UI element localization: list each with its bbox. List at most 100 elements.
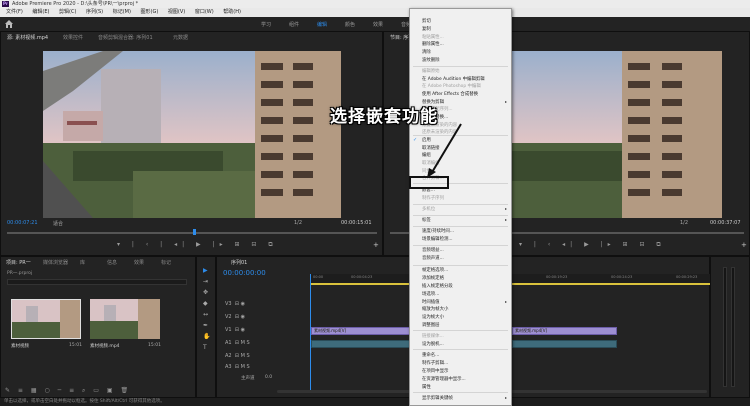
- tab-markers[interactable]: 标记: [161, 259, 171, 266]
- slip-tool-icon[interactable]: ↔: [203, 311, 208, 318]
- context-menu-item[interactable]: 剪切: [422, 18, 431, 24]
- menu-bar: 文件(F) 编辑(E) 剪辑(C) 序列(S) 标记(M) 图形(G) 视图(V…: [0, 8, 750, 17]
- source-playhead[interactable]: [193, 229, 196, 235]
- workspace-assembly[interactable]: 组件: [289, 21, 299, 28]
- tab-effects[interactable]: 效果: [134, 259, 144, 266]
- context-menu-item[interactable]: 波纹删除: [422, 57, 440, 63]
- context-menu-item[interactable]: 制作子剪辑...: [422, 360, 448, 366]
- submenu-arrow-icon: ▸: [504, 99, 507, 104]
- pen-tool-icon[interactable]: ✒: [203, 322, 208, 329]
- audio-clip-right[interactable]: [512, 340, 617, 348]
- context-menu-item[interactable]: 设为脱机...: [422, 341, 444, 347]
- context-menu-item[interactable]: 属性: [422, 384, 431, 390]
- context-menu-item[interactable]: 使用 After Effects 合成替换: [422, 91, 478, 97]
- context-menu-item[interactable]: 缩放为帧大小: [422, 306, 448, 312]
- track-header-a1[interactable]: A1 ⊟ M S: [225, 340, 250, 346]
- tab-sequence[interactable]: 序列01: [231, 259, 247, 266]
- context-menu-item[interactable]: 复制: [422, 26, 431, 32]
- context-menu-item[interactable]: 显示剪辑关键帧: [422, 395, 453, 401]
- context-menu-item[interactable]: 设为帧大小: [422, 314, 444, 320]
- context-menu-item[interactable]: 音频增益...: [422, 247, 444, 253]
- menu-file[interactable]: 文件(F): [6, 8, 23, 17]
- source-transport-controls[interactable]: ▾ | ‹ | ◂| ▶ |▸ ⊞ ⊟ ⧉: [117, 241, 278, 249]
- program-scene-image: [512, 51, 722, 218]
- context-menu-item[interactable]: 在 Adobe Audition 中编辑剪辑: [422, 76, 485, 82]
- audio-meter-right: [731, 267, 735, 387]
- selection-tool-icon[interactable]: ▶: [203, 267, 208, 274]
- razor-tool-icon[interactable]: ◆: [203, 300, 208, 307]
- tab-media-browser[interactable]: 媒体浏览器: [43, 259, 68, 266]
- menu-sequence[interactable]: 序列(S): [86, 8, 103, 17]
- menu-edit[interactable]: 编辑(E): [32, 8, 49, 17]
- project-search-input[interactable]: [7, 279, 187, 285]
- track-header-v2[interactable]: V2 ⊟ ◉: [225, 314, 245, 320]
- tab-effect-controls[interactable]: 效果控件: [63, 34, 83, 41]
- source-scrub-bar[interactable]: [7, 232, 377, 234]
- tab-audio-mixer[interactable]: 音频剪辑混合器: 序列01: [98, 34, 153, 41]
- menu-separator: [413, 330, 508, 331]
- program-resolution[interactable]: 1/2: [680, 220, 688, 226]
- track-header-a2[interactable]: A2 ⊟ M S: [225, 353, 250, 359]
- tab-info[interactable]: 信息: [107, 259, 117, 266]
- context-menu-item[interactable]: 插入帧定格分段: [422, 283, 453, 289]
- home-icon[interactable]: [5, 20, 13, 28]
- video-clip-right[interactable]: 素材视频.mp4[V]: [512, 327, 617, 335]
- context-menu-item[interactable]: 添加帧定格: [422, 275, 444, 281]
- menu-help[interactable]: 帮助(H): [223, 8, 241, 17]
- tab-libraries[interactable]: 库: [80, 259, 85, 266]
- submenu-arrow-icon: ▸: [504, 217, 507, 222]
- workspace-color[interactable]: 颜色: [345, 21, 355, 28]
- program-video-frame: [512, 51, 722, 218]
- project-item-thumbnail[interactable]: [11, 299, 81, 339]
- source-add-button[interactable]: +: [373, 241, 379, 249]
- context-menu-item[interactable]: 帧定格选项...: [422, 267, 448, 273]
- context-menu-item[interactable]: 时间插值: [422, 299, 440, 305]
- context-menu-item[interactable]: 在资源管理器中显示...: [422, 376, 466, 382]
- fit-dropdown[interactable]: 适合: [53, 220, 63, 227]
- context-menu-item[interactable]: 重命名...: [422, 352, 439, 358]
- thumbnail-image: [90, 299, 160, 339]
- project-item-name[interactable]: 素材视频: [11, 343, 29, 349]
- workspace-effects[interactable]: 效果: [373, 21, 383, 28]
- context-menu-item[interactable]: 音频声道...: [422, 255, 444, 261]
- program-add-button[interactable]: +: [741, 241, 747, 249]
- audio-clip-left[interactable]: [311, 340, 411, 348]
- project-item-thumbnail[interactable]: [90, 299, 160, 339]
- project-item-name[interactable]: 素材视频.mp4: [90, 343, 120, 349]
- workspace-editing[interactable]: 编辑: [317, 21, 327, 28]
- tab-source[interactable]: 源: 素材视频.mp4: [7, 34, 48, 41]
- context-menu-item[interactable]: 清除: [422, 49, 431, 55]
- menu-marker[interactable]: 标记(M): [113, 8, 131, 17]
- context-menu-item[interactable]: 标签: [422, 217, 431, 223]
- program-transport-controls[interactable]: ▾ | ‹ ◂| ▶ |▸ ⊞ ⊟ ⧉: [519, 241, 666, 249]
- project-panel: 项目: PR一 媒体浏览器 库 信息 效果 标记 PR一.prproj 素材视频…: [0, 256, 196, 398]
- track-select-tool-icon[interactable]: ⇥: [203, 278, 208, 285]
- video-clip-left[interactable]: 素材视频.mp4[V]: [311, 327, 411, 335]
- annotation-arrow-icon: [427, 123, 462, 178]
- hand-tool-icon[interactable]: ✋: [203, 333, 210, 340]
- track-header-a3[interactable]: A3 ⊟ M S: [225, 364, 250, 370]
- master-track-value[interactable]: 0.0: [265, 375, 272, 380]
- context-menu-item[interactable]: 场选项...: [422, 291, 439, 297]
- timeline-timecode[interactable]: 00:00:00:00: [223, 269, 266, 277]
- tab-metadata[interactable]: 元数据: [173, 34, 188, 41]
- project-toolbar[interactable]: ✎ ≡ ▦ ○ ─ ≡ ⌕ ▭ ▣ 🗑: [5, 387, 131, 395]
- source-resolution[interactable]: 1/2: [294, 220, 302, 226]
- tools-panel: ▶ ⇥ ✥ ◆ ↔ ✒ ✋ T: [196, 256, 216, 398]
- menu-window[interactable]: 窗口(W): [195, 8, 214, 17]
- context-menu-item[interactable]: 调整图层: [422, 322, 440, 328]
- context-menu-item[interactable]: 删除属性...: [422, 41, 444, 47]
- tab-project[interactable]: 项目: PR一: [6, 259, 31, 266]
- ripple-edit-tool-icon[interactable]: ✥: [203, 289, 208, 296]
- context-menu-item[interactable]: 在项目中显示: [422, 368, 448, 374]
- menu-view[interactable]: 视图(V): [168, 8, 185, 17]
- workspace-learn[interactable]: 学习: [261, 21, 271, 28]
- menu-graphics[interactable]: 图形(G): [141, 8, 159, 17]
- context-menu-item[interactable]: 速度/持续时间...: [422, 228, 454, 234]
- source-timecode-in[interactable]: 00:00:07:21: [7, 220, 38, 226]
- track-header-v3[interactable]: V3 ⊟ ◉: [225, 301, 245, 307]
- menu-clip[interactable]: 剪辑(C): [59, 8, 76, 17]
- track-header-v1[interactable]: V1 ⊟ ◉: [225, 327, 245, 333]
- type-tool-icon[interactable]: T: [203, 344, 207, 351]
- context-menu-item[interactable]: 场景编辑检测...: [422, 236, 453, 242]
